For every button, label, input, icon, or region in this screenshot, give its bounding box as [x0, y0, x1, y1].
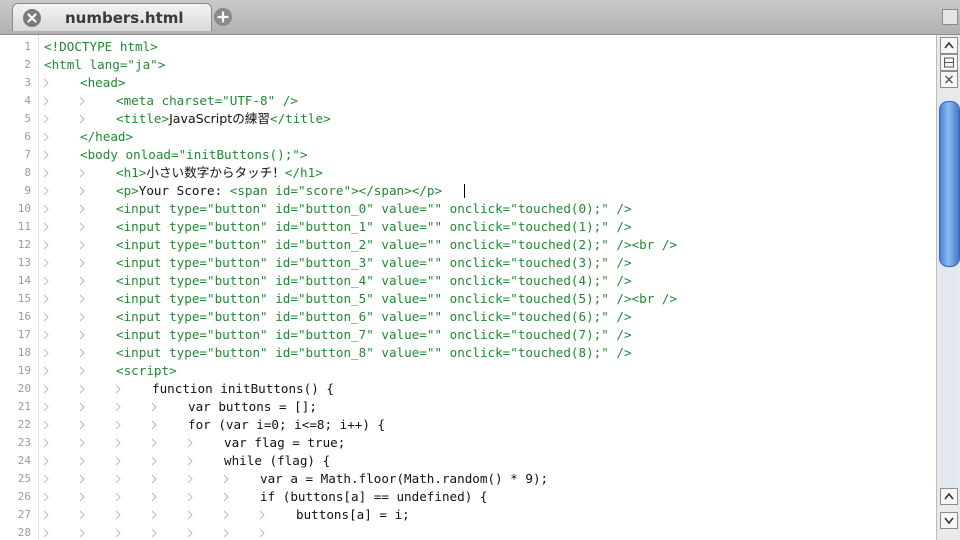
code-line[interactable]: <script>: [116, 362, 177, 380]
code-token-markup: <head>: [80, 75, 126, 90]
code-token-markup: <span id="score"></span></p>: [229, 183, 443, 198]
code-token-text: JavaScriptの練習: [169, 111, 270, 126]
code-token-text: for (var i=0; i<=8; i++) {: [188, 417, 386, 432]
code-line[interactable]: <input type="button" id="button_2" value…: [116, 236, 677, 254]
code-line[interactable]: <p>Your Score: <span id="score"></span><…: [116, 182, 442, 200]
code-token-markup: <body onload="initButtons();">: [80, 147, 308, 162]
vertical-scrollbar[interactable]: [936, 35, 960, 540]
code-line[interactable]: while (flag) {: [224, 452, 330, 470]
code-token-markup: <input type="button" id="button_7" value…: [116, 327, 632, 342]
code-token-markup: <input type="button" id="button_6" value…: [116, 309, 632, 324]
code-line[interactable]: </head>: [80, 128, 133, 146]
code-token-text: 小さい数字からタッチ！: [146, 165, 285, 180]
code-token-text: function initButtons() {: [152, 381, 334, 396]
code-token-text: buttons[a] = i;: [296, 507, 410, 522]
code-line[interactable]: <input type="button" id="button_3" value…: [116, 254, 632, 272]
close-icon[interactable]: [23, 9, 41, 27]
code-line[interactable]: <input type="button" id="button_8" value…: [116, 344, 632, 362]
code-line[interactable]: <input type="button" id="button_1" value…: [116, 218, 632, 236]
code-token-text: var flag = true;: [224, 435, 346, 450]
code-token-markup: </head>: [80, 129, 134, 144]
code-token-markup: <!DOCTYPE html>: [44, 39, 158, 54]
code-token-markup: <input type="button" id="button_3" value…: [116, 255, 632, 270]
tab-title: numbers.html: [65, 9, 184, 27]
code-line[interactable]: buttons[a] = i;: [296, 506, 410, 524]
code-line[interactable]: var a = Math.floor(Math.random() * 9);: [260, 470, 548, 488]
code-token-markup: <html lang="ja">: [44, 57, 166, 72]
tab-numbers-html[interactable]: numbers.html: [12, 3, 212, 31]
scroll-down-button[interactable]: [940, 512, 958, 529]
code-token-markup: <input type="button" id="button_2" value…: [116, 237, 678, 252]
scroll-thumb[interactable]: [939, 101, 960, 267]
code-line[interactable]: <input type="button" id="button_7" value…: [116, 326, 632, 344]
code-token-text: var a = Math.floor(Math.random() * 9);: [260, 471, 549, 486]
code-line[interactable]: <h1>小さい数字からタッチ！</h1>: [116, 164, 323, 182]
code-line[interactable]: <input type="button" id="button_4" value…: [116, 272, 632, 290]
code-line[interactable]: if (buttons[a] == undefined) {: [260, 488, 487, 506]
code-line[interactable]: <title>JavaScriptの練習</title>: [116, 110, 331, 128]
code-token-text: if (buttons[a] == undefined) {: [260, 489, 488, 504]
code-token-markup: <p>: [116, 183, 139, 198]
code-token-markup: <input type="button" id="button_4" value…: [116, 273, 632, 288]
code-line[interactable]: <input type="button" id="button_0" value…: [116, 200, 632, 218]
window-control-button[interactable]: [942, 9, 958, 25]
code-token-markup: <input type="button" id="button_1" value…: [116, 219, 632, 234]
code-line[interactable]: var flag = true;: [224, 434, 345, 452]
code-area[interactable]: <!DOCTYPE html> <html lang="ja"> <head> <me…: [44, 35, 934, 540]
code-token-markup: <input type="button" id="button_8" value…: [116, 345, 632, 360]
code-token-markup: </h1>: [284, 165, 323, 180]
code-token-markup: <input type="button" id="button_0" value…: [116, 201, 632, 216]
code-token-text: var buttons = [];: [188, 399, 317, 414]
code-line[interactable]: function initButtons() {: [152, 380, 334, 398]
code-line[interactable]: <body onload="initButtons();">: [80, 146, 307, 164]
code-line[interactable]: for (var i=0; i<=8; i++) {: [188, 416, 385, 434]
code-editor[interactable]: 1 2 3 4 5 6 7 8 9 10 11 12 13 14 15 16 17 18 19 20 21 22 23 24 2…: [0, 35, 936, 540]
scroll-up-button[interactable]: [940, 37, 958, 54]
code-line[interactable]: <!DOCTYPE html>: [44, 38, 158, 56]
code-token-text: Your Score:: [138, 183, 230, 198]
code-line[interactable]: <input type="button" id="button_5" value…: [116, 290, 677, 308]
text-caret: [464, 184, 465, 198]
code-line[interactable]: <meta charset="UTF-8" />: [116, 92, 298, 110]
split-view-button[interactable]: [940, 54, 958, 71]
code-token-text: while (flag) {: [224, 453, 331, 468]
code-line[interactable]: <html lang="ja">: [44, 56, 165, 74]
code-line[interactable]: <input type="button" id="button_6" value…: [116, 308, 632, 326]
code-token-markup: <h1>: [116, 165, 147, 180]
close-split-button[interactable]: [940, 71, 958, 88]
tab-bar: numbers.html: [0, 0, 960, 35]
code-token-markup: <title>: [116, 111, 170, 126]
code-line[interactable]: var buttons = [];: [188, 398, 317, 416]
code-token-markup: </title>: [270, 111, 331, 126]
scroll-up-arrow-button[interactable]: [940, 488, 958, 505]
code-line[interactable]: <head>: [80, 74, 126, 92]
code-token-markup: <script>: [116, 363, 177, 378]
code-token-markup: <meta charset="UTF-8" />: [116, 93, 298, 108]
add-tab-icon[interactable]: [214, 8, 232, 26]
code-token-markup: <input type="button" id="button_5" value…: [116, 291, 678, 306]
